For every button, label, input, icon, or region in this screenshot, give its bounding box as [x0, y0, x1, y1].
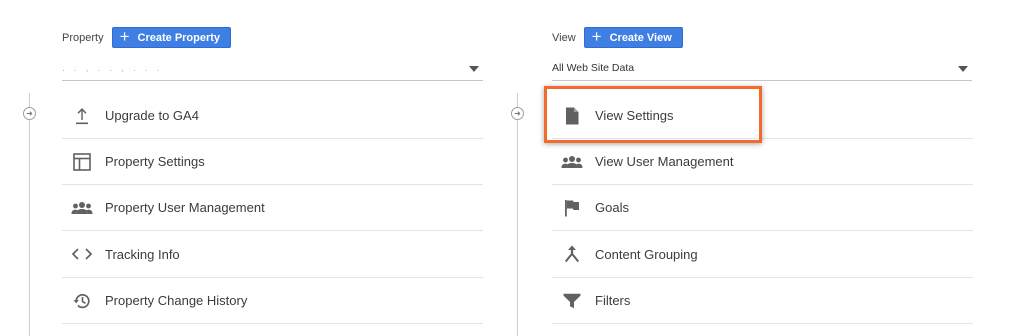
view-header: View + Create View: [552, 27, 683, 48]
code-icon: [71, 243, 93, 265]
property-selector[interactable]: . . , . . , . . .: [62, 58, 483, 81]
property-header: Property + Create Property: [62, 27, 232, 48]
create-view-button[interactable]: + Create View: [583, 27, 683, 48]
create-property-button[interactable]: + Create Property: [111, 27, 232, 48]
menu-item-view-user-management[interactable]: View User Management: [552, 139, 973, 185]
menu-item-label: Tracking Info: [105, 246, 180, 262]
menu-item-goals[interactable]: Goals: [552, 185, 973, 231]
property-selector-value: . . , . . , . . .: [62, 62, 163, 74]
view-timeline-line: [517, 93, 518, 336]
people-icon: [71, 197, 93, 219]
menu-item-label: Upgrade to GA4: [105, 108, 199, 123]
menu-item-label: Property User Management: [105, 200, 265, 215]
menu-item-property-change-history[interactable]: Property Change History: [62, 278, 483, 324]
menu-item-upgrade-ga4[interactable]: Upgrade to GA4: [62, 93, 483, 139]
arrow-right-circle-icon: ➜: [511, 107, 524, 120]
create-property-label: Create Property: [137, 31, 221, 44]
menu-item-label: Property Change History: [105, 293, 248, 308]
menu-item-property-settings[interactable]: Property Settings: [62, 139, 483, 185]
menu-item-tracking-info[interactable]: Tracking Info: [62, 231, 483, 278]
history-icon: [71, 290, 93, 312]
menu-item-property-user-management[interactable]: Property User Management: [62, 185, 483, 231]
property-menu: Upgrade to GA4 Property Settings Propert…: [62, 93, 483, 324]
view-selector[interactable]: All Web Site Data: [552, 58, 972, 81]
upload-icon: [71, 105, 93, 127]
property-timeline-line: [29, 93, 30, 336]
plus-icon: +: [591, 27, 602, 46]
caret-down-icon: [469, 66, 479, 72]
menu-item-label: Goals: [595, 200, 629, 215]
view-label: View: [552, 31, 576, 44]
menu-item-filters[interactable]: Filters: [552, 278, 973, 324]
filter-icon: [561, 290, 583, 312]
view-settings-highlight: [544, 86, 762, 143]
people-icon: [561, 151, 583, 173]
layout-icon: [71, 151, 93, 173]
plus-icon: +: [119, 27, 130, 46]
menu-item-label: Filters: [595, 293, 631, 308]
menu-item-label: Content Grouping: [595, 246, 698, 262]
arrow-right-circle-icon: ➜: [23, 107, 36, 120]
menu-item-label: Property Settings: [105, 154, 205, 169]
flag-icon: [561, 197, 583, 219]
menu-item-label: View User Management: [595, 154, 734, 169]
merge-icon: [561, 243, 583, 265]
view-selector-value: All Web Site Data: [552, 62, 635, 74]
menu-item-content-grouping[interactable]: Content Grouping: [552, 231, 973, 278]
property-label: Property: [62, 31, 104, 44]
caret-down-icon: [958, 66, 968, 72]
create-view-label: Create View: [609, 31, 672, 44]
